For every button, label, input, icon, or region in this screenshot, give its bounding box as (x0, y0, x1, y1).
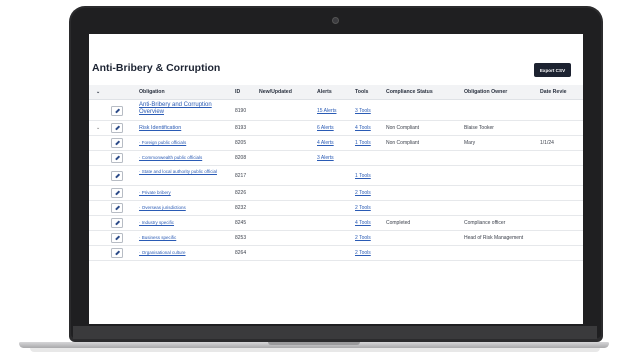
tools-link[interactable]: 2 Tools (355, 235, 371, 241)
header-alerts[interactable]: Alerts (317, 89, 332, 95)
camera-icon (332, 17, 339, 24)
obligation-id: 8193 (235, 125, 247, 131)
edit-button[interactable] (111, 233, 123, 243)
pencil-icon (114, 173, 120, 179)
export-csv-button[interactable]: Export CSV (534, 63, 571, 77)
table-row[interactable]: ⌄ Risk Identification 8193 6 Alerts 4 To… (89, 121, 583, 136)
edit-button[interactable] (111, 138, 123, 148)
obligation-id: 8217 (235, 173, 247, 179)
pencil-icon (114, 235, 120, 241)
obligation-link[interactable]: Anti-Bribery and Corruption Overview (139, 102, 229, 116)
edit-button[interactable] (111, 153, 123, 163)
table-row[interactable]: · Industry specific 8245 4 Tools Complet… (89, 216, 583, 231)
app-screen: Anti-Bribery & Corruption Export CSV ⌄ O… (89, 34, 583, 324)
tools-link[interactable]: 2 Tools (355, 205, 371, 211)
table-row[interactable]: · Commonwealth public officials 8208 3 A… (89, 151, 583, 166)
obligation-id: 8253 (235, 235, 247, 241)
pencil-icon (114, 205, 120, 211)
header-date-review[interactable]: Date Revie (540, 89, 567, 95)
pencil-icon (114, 155, 120, 161)
obligation-link[interactable]: · Foreign public officials (139, 140, 186, 145)
table-row[interactable]: · Organisational culture 8264 2 Tools (89, 246, 583, 261)
obligation-link[interactable]: · State and local authority public offic… (139, 169, 221, 175)
edit-button[interactable] (111, 106, 123, 116)
page-title: Anti-Bribery & Corruption (92, 62, 221, 74)
table-row[interactable]: · Overseas jurisdictions 8232 2 Tools (89, 201, 583, 216)
obligations-table: ⌄ Obligation ID New/Updated Alerts Tools… (89, 85, 583, 261)
chevron-down-icon[interactable]: ⌄ (96, 125, 100, 131)
obligation-id: 8190 (235, 108, 247, 114)
compliance-status: Non Compliant (386, 140, 420, 146)
tools-link[interactable]: 3 Tools (355, 108, 371, 114)
obligation-link[interactable]: · Organisational culture (139, 250, 186, 255)
obligation-link[interactable]: · Private bribery (139, 190, 171, 195)
tools-link[interactable]: 2 Tools (355, 190, 371, 196)
header-obligation[interactable]: Obligation (139, 89, 165, 95)
obligation-id: 8226 (235, 190, 247, 196)
header-obligation-owner[interactable]: Obligation Owner (464, 89, 507, 95)
tools-link[interactable]: 1 Tools (355, 140, 371, 146)
pencil-icon (114, 108, 120, 114)
table-row[interactable]: · Business specific 8253 2 Tools Head of… (89, 231, 583, 246)
date-review: 1/1/24 (540, 140, 554, 146)
header-compliance-status[interactable]: Compliance Status (386, 89, 433, 95)
collapse-all-chevron-icon[interactable]: ⌄ (96, 89, 100, 95)
edit-button[interactable] (111, 188, 123, 198)
obligation-link[interactable]: · Business specific (139, 235, 176, 240)
obligation-owner: Blaise Tooker (464, 125, 494, 131)
header-id[interactable]: ID (235, 89, 240, 95)
alerts-link[interactable]: 6 Alerts (317, 125, 334, 131)
alerts-link[interactable]: 3 Alerts (317, 155, 334, 161)
pencil-icon (114, 140, 120, 146)
tools-link[interactable]: 1 Tools (355, 173, 371, 179)
obligation-id: 8245 (235, 220, 247, 226)
alerts-link[interactable]: 15 Alerts (317, 108, 336, 114)
obligation-id: 8208 (235, 155, 247, 161)
obligation-id: 8264 (235, 250, 247, 256)
edit-button[interactable] (111, 218, 123, 228)
obligation-owner: Head of Risk Management (464, 235, 524, 241)
obligation-link[interactable]: · Industry specific (139, 220, 174, 225)
compliance-status: Completed (386, 220, 411, 226)
header-new-updated[interactable]: New/Updated (259, 89, 292, 95)
compliance-status: Non Compliant (386, 125, 420, 131)
laptop-shadow (30, 348, 600, 352)
tools-link[interactable]: 2 Tools (355, 250, 371, 256)
laptop-notch (268, 342, 360, 345)
pencil-icon (114, 250, 120, 256)
table-row[interactable]: Anti-Bribery and Corruption Overview 819… (89, 100, 583, 121)
edit-button[interactable] (111, 203, 123, 213)
pencil-icon (114, 220, 120, 226)
obligation-owner: Compliance officer (464, 220, 506, 226)
obligation-owner: Mary (464, 140, 476, 146)
header-tools[interactable]: Tools (355, 89, 368, 95)
laptop-chin (73, 326, 597, 339)
tools-link[interactable]: 4 Tools (355, 220, 371, 226)
obligation-id: 8205 (235, 140, 247, 146)
obligation-link[interactable]: Risk Identification (139, 125, 181, 131)
obligation-link[interactable]: · Overseas jurisdictions (139, 205, 186, 210)
obligation-id: 8232 (235, 205, 247, 211)
table-row[interactable]: · State and local authority public offic… (89, 166, 583, 186)
edit-button[interactable] (111, 248, 123, 258)
table-header: ⌄ Obligation ID New/Updated Alerts Tools… (89, 85, 583, 100)
pencil-icon (114, 190, 120, 196)
edit-button[interactable] (111, 171, 123, 181)
tools-link[interactable]: 4 Tools (355, 125, 371, 131)
alerts-link[interactable]: 4 Alerts (317, 140, 334, 146)
table-row[interactable]: · Private bribery 8226 2 Tools (89, 186, 583, 201)
obligation-link[interactable]: · Commonwealth public officials (139, 155, 202, 160)
edit-button[interactable] (111, 123, 123, 133)
pencil-icon (114, 125, 120, 131)
table-row[interactable]: · Foreign public officials 8205 4 Alerts… (89, 136, 583, 151)
